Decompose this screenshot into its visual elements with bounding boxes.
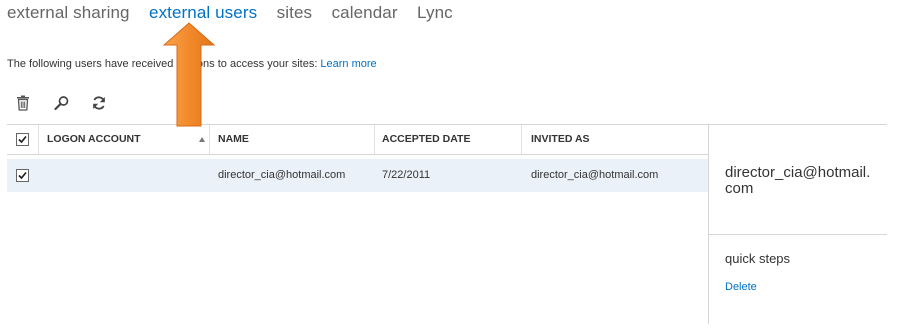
row-checkbox[interactable]: [16, 169, 29, 182]
tab-external-users[interactable]: external users: [149, 3, 257, 23]
column-divider: [38, 125, 39, 154]
trash-icon[interactable]: [16, 95, 34, 113]
column-header-accepted-date[interactable]: ACCEPTED DATE: [382, 125, 470, 154]
column-divider: [374, 125, 375, 154]
cell-accepted-date: 7/22/2011: [382, 169, 431, 181]
column-divider: [521, 125, 522, 154]
details-email: director_cia@hotmail.com: [725, 164, 871, 197]
column-header-invited-as[interactable]: INVITED AS: [531, 125, 590, 154]
quick-steps-heading: quick steps: [725, 251, 791, 266]
refresh-icon[interactable]: [91, 95, 109, 113]
details-pane: director_cia@hotmail.com quick steps Del…: [708, 124, 887, 324]
table-header: LOGON ACCOUNT NAME ACCEPTED DATE INVITED…: [7, 124, 708, 155]
intro-text-start: The following users have received: [7, 58, 174, 70]
select-all-checkbox[interactable]: [16, 133, 29, 146]
column-header-logon-account[interactable]: LOGON ACCOUNT: [47, 125, 141, 154]
delete-link[interactable]: Delete: [725, 281, 757, 293]
details-pane-top-border: [709, 124, 887, 125]
tab-bar: external sharing external users sites ca…: [7, 3, 468, 27]
up-arrow-icon: [162, 22, 216, 127]
sort-ascending-icon: [199, 137, 205, 142]
details-divider: [709, 234, 887, 235]
users-table: LOGON ACCOUNT NAME ACCEPTED DATE INVITED…: [7, 124, 708, 192]
column-header-name[interactable]: NAME: [218, 125, 249, 154]
column-divider: [209, 125, 210, 154]
tab-external-sharing[interactable]: external sharing: [7, 3, 130, 23]
tab-sites[interactable]: sites: [277, 3, 312, 23]
cell-invited-as: director_cia@hotmail.com: [531, 169, 659, 181]
cell-name: director_cia@hotmail.com: [218, 169, 346, 181]
table-row[interactable]: director_cia@hotmail.com 7/22/2011 direc…: [7, 159, 708, 192]
search-icon[interactable]: [54, 95, 72, 113]
tab-calendar[interactable]: calendar: [332, 3, 398, 23]
tab-lync[interactable]: Lync: [417, 3, 453, 23]
learn-more-link[interactable]: Learn more: [320, 58, 376, 70]
